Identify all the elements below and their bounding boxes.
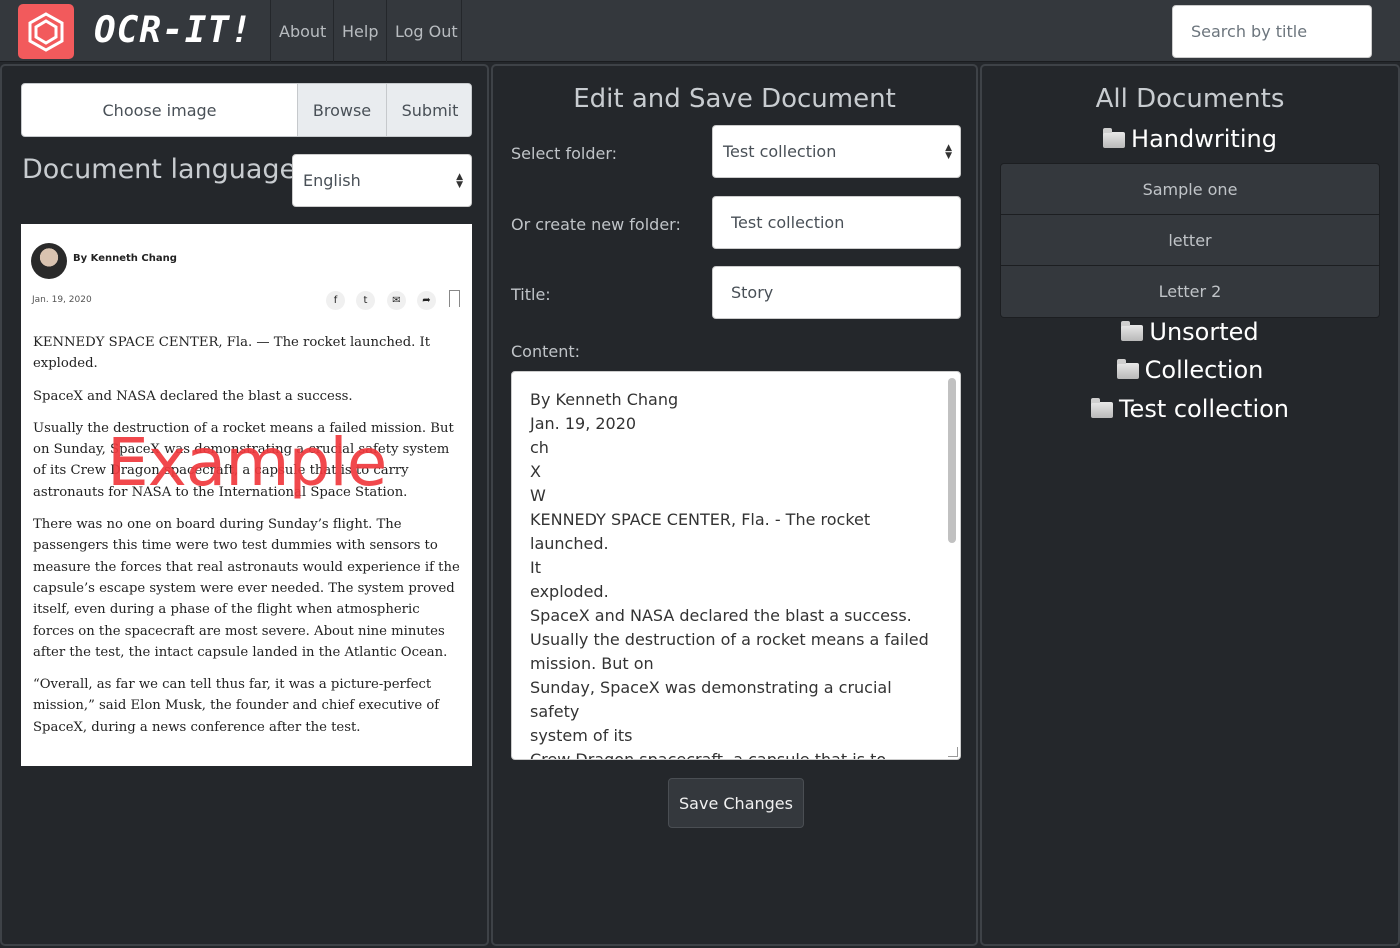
email-icon: ✉	[387, 291, 406, 310]
article-paragraph: “Overall, as far we can tell thus far, i…	[33, 677, 440, 735]
folder-name: Unsorted	[1149, 318, 1259, 346]
content-label: Content:	[511, 342, 581, 361]
document-preview-image: By Kenneth Chang Jan. 19, 2020 f t ✉ ➦ K…	[21, 224, 472, 766]
browse-button[interactable]: Browse	[297, 84, 386, 136]
folder-name: Handwriting	[1131, 125, 1277, 153]
language-select[interactable]: English ▲ ▼	[292, 154, 472, 207]
documents-panel: All Documents Handwriting Sample one let…	[980, 64, 1400, 946]
folder-icon	[1121, 321, 1144, 341]
folder-icon	[1116, 359, 1139, 379]
hexagon-logo-icon	[28, 12, 64, 52]
upload-panel: Choose image Browse Submit Document lang…	[0, 64, 489, 946]
select-arrows-icon: ▲ ▼	[456, 171, 463, 190]
article-body: KENNEDY SPACE CENTER, Fla. — The rocket …	[33, 332, 463, 749]
all-documents-title: All Documents	[1095, 84, 1285, 114]
article-byline: By Kenneth Chang	[73, 253, 177, 264]
new-folder-input[interactable]	[712, 196, 961, 249]
choose-image-field[interactable]: Choose image	[22, 84, 297, 136]
article-paragraph: There was no one on board during Sunday’…	[33, 517, 460, 660]
folder-handwriting[interactable]: Handwriting	[982, 125, 1398, 153]
navbar: OCR-IT! About Help Log Out	[0, 0, 1400, 62]
nav-about-link[interactable]: About	[270, 0, 334, 62]
nav-help-link[interactable]: Help	[333, 0, 386, 62]
folder-icon	[1090, 398, 1113, 418]
content-text[interactable]: By Kenneth Chang Jan. 19, 2020 ch X W KE…	[530, 388, 930, 759]
folder-collection[interactable]: Collection	[982, 356, 1398, 384]
editor-panel: Edit and Save Document Select folder: Te…	[491, 64, 978, 946]
folder-test-collection[interactable]: Test collection	[982, 395, 1398, 423]
article-paragraph: KENNEDY SPACE CENTER, Fla. — The rocket …	[33, 335, 431, 372]
submit-button[interactable]: Submit	[386, 84, 471, 136]
facebook-icon: f	[326, 291, 345, 310]
article-date: Jan. 19, 2020	[32, 295, 92, 305]
article-paragraph: SpaceX and NASA declared the blast a suc…	[33, 388, 353, 404]
new-folder-label: Or create new folder:	[511, 215, 681, 234]
nav-logout-link[interactable]: Log Out	[386, 0, 466, 62]
language-select-value: English	[303, 171, 361, 190]
save-changes-button[interactable]: Save Changes	[668, 778, 804, 828]
folder-name: Collection	[1144, 356, 1264, 384]
content-textarea[interactable]: By Kenneth Chang Jan. 19, 2020 ch X W KE…	[511, 371, 961, 760]
title-input[interactable]	[712, 266, 961, 319]
article-paragraph: Usually the destruction of a rocket mean…	[33, 420, 454, 500]
logo[interactable]	[18, 4, 74, 59]
title-label: Title:	[511, 285, 551, 304]
brand-title[interactable]: OCR-IT!	[94, 10, 253, 51]
content-scrollbar[interactable]	[948, 378, 956, 543]
nav-divider	[461, 0, 462, 62]
document-item[interactable]: letter	[1001, 215, 1379, 266]
document-language-label: Document language:	[22, 154, 306, 185]
select-folder-label: Select folder:	[511, 144, 617, 163]
folder-unsorted[interactable]: Unsorted	[982, 318, 1398, 346]
editor-title: Edit and Save Document	[573, 84, 896, 114]
document-item[interactable]: Letter 2	[1001, 266, 1379, 317]
folder-select[interactable]: Test collection ▲ ▼	[712, 125, 961, 178]
bookmark-icon	[449, 290, 460, 307]
search-input[interactable]	[1172, 5, 1372, 58]
select-arrows-icon: ▲ ▼	[945, 142, 952, 161]
document-item[interactable]: Sample one	[1001, 164, 1379, 215]
author-avatar	[31, 243, 67, 279]
folder-select-value: Test collection	[723, 142, 837, 161]
resize-handle-icon[interactable]	[948, 747, 958, 757]
twitter-icon: t	[356, 291, 375, 310]
folder-icon	[1103, 128, 1126, 148]
file-upload-group: Choose image Browse Submit	[21, 83, 472, 137]
share-icon: ➦	[417, 291, 436, 310]
folder-name: Test collection	[1118, 395, 1290, 423]
handwriting-document-list: Sample one letter Letter 2	[1000, 163, 1380, 318]
